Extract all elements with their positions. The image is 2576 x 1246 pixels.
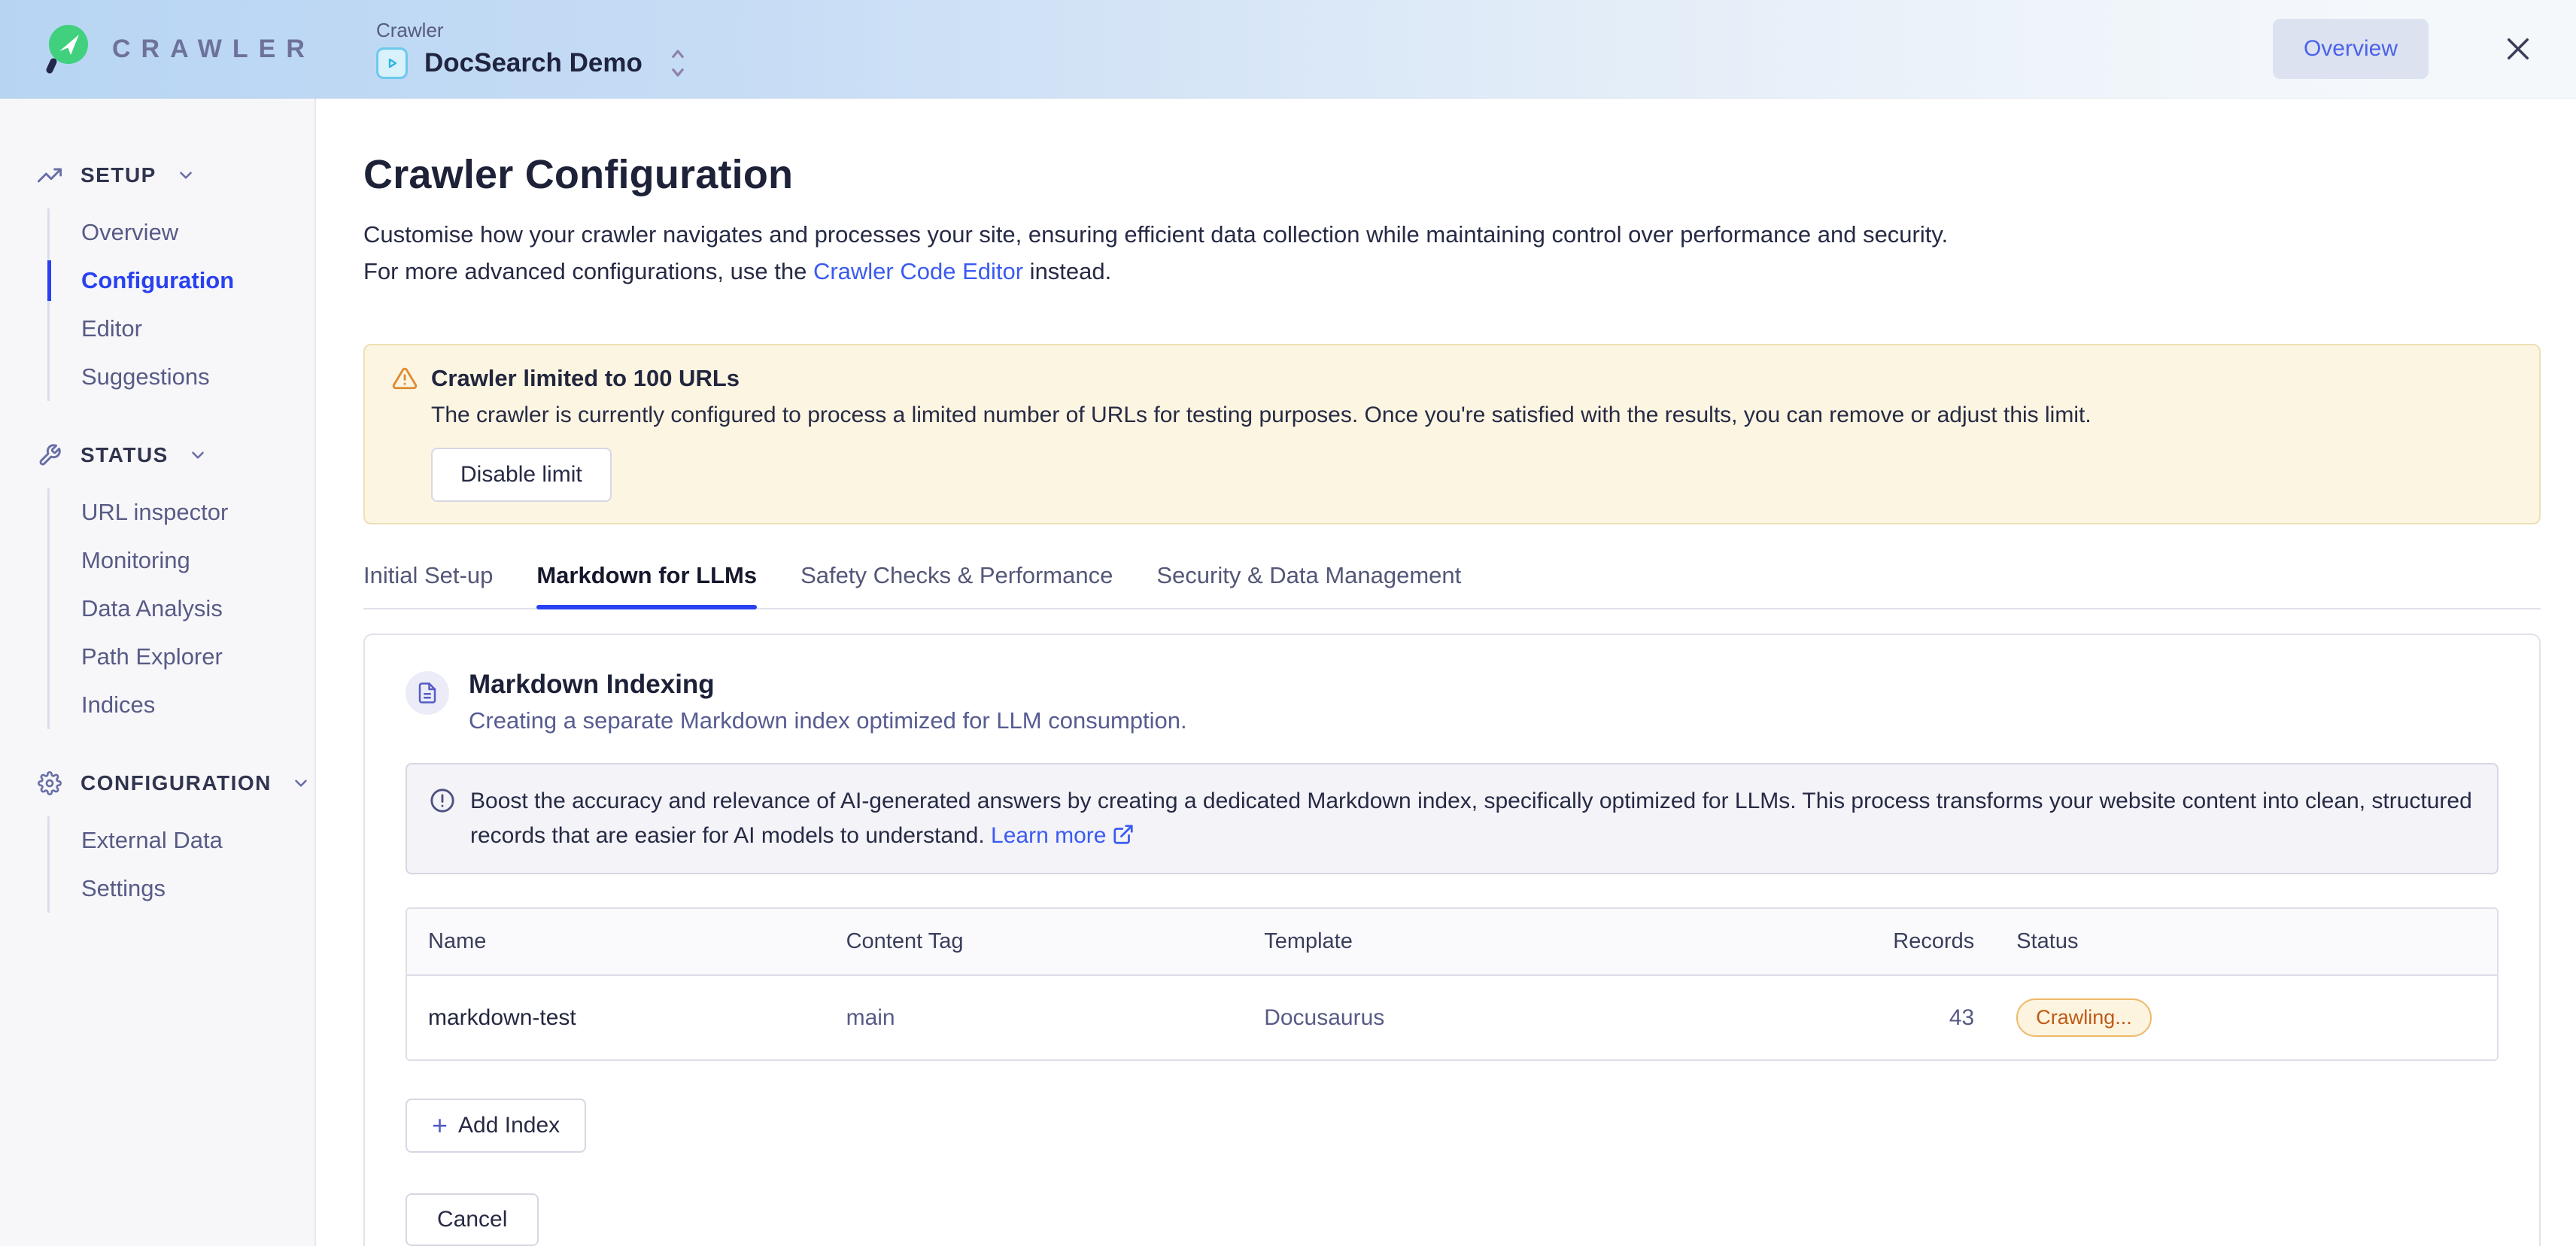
- infobox-body: Boost the accuracy and relevance of AI-g…: [470, 789, 2472, 848]
- tab-security-data-management[interactable]: Security & Data Management: [1156, 562, 1461, 608]
- crawler-logo-icon: [41, 22, 93, 76]
- sidebar-item-indices[interactable]: Indices: [81, 681, 314, 729]
- sidebar-item-suggestions[interactable]: Suggestions: [81, 353, 314, 401]
- overview-button[interactable]: Overview: [2273, 19, 2429, 79]
- infobox-text: Boost the accuracy and relevance of AI-g…: [470, 784, 2474, 853]
- page-description-line2-suffix: instead.: [1023, 258, 1111, 284]
- card-title: Markdown Indexing: [469, 670, 1187, 700]
- chevron-down-icon: [291, 773, 311, 793]
- cell-index-name: markdown-test: [407, 975, 825, 1059]
- gear-icon: [38, 771, 62, 795]
- tab-initial-set-up[interactable]: Initial Set-up: [363, 562, 493, 608]
- chevron-down-icon: [188, 445, 208, 465]
- cell-records: 43: [1661, 975, 1995, 1059]
- selector-chevrons-icon[interactable]: [667, 47, 689, 79]
- sidebar-item-configuration[interactable]: Configuration: [81, 257, 314, 305]
- plus-icon: +: [432, 1114, 448, 1137]
- page-description: Customise how your crawler navigates and…: [363, 216, 2541, 290]
- column-header-records: Records: [1661, 909, 1995, 975]
- table-row[interactable]: markdown-test main Docusaurus 43 Crawlin…: [407, 975, 2497, 1059]
- sidebar-item-external-data[interactable]: External Data: [81, 816, 314, 865]
- app-name: DocSearch Demo: [424, 48, 642, 78]
- tab-safety-checks-performance[interactable]: Safety Checks & Performance: [800, 562, 1113, 608]
- indices-table: Name Content Tag Template Records Status…: [406, 907, 2499, 1061]
- card-subtitle: Creating a separate Markdown index optim…: [469, 707, 1187, 734]
- sidebar: SETUP Overview Configuration Editor Sugg…: [0, 99, 316, 1246]
- info-circle-icon: [430, 788, 455, 813]
- cell-template: Docusaurus: [1243, 975, 1661, 1059]
- column-header-content-tag: Content Tag: [825, 909, 1244, 975]
- banner-body: The crawler is currently configured to p…: [431, 403, 2512, 428]
- sidebar-item-url-inspector[interactable]: URL inspector: [81, 488, 314, 536]
- sidebar-list-configuration: External Data Settings: [47, 816, 314, 913]
- page-title: Crawler Configuration: [363, 151, 2541, 198]
- play-square-icon: [376, 47, 408, 79]
- cancel-button[interactable]: Cancel: [406, 1193, 539, 1246]
- sidebar-item-overview[interactable]: Overview: [81, 208, 314, 257]
- column-header-template: Template: [1243, 909, 1661, 975]
- crawler-logo: CRAWLER: [41, 22, 335, 76]
- table-header-row: Name Content Tag Template Records Status: [407, 909, 2497, 975]
- close-icon[interactable]: [2502, 33, 2534, 65]
- sidebar-header-setup[interactable]: SETUP: [0, 163, 314, 187]
- page-description-line2-prefix: For more advanced configurations, use th…: [363, 258, 813, 284]
- crawler-code-editor-link[interactable]: Crawler Code Editor: [813, 258, 1023, 284]
- app-selector[interactable]: DocSearch Demo: [376, 47, 689, 79]
- config-tabs: Initial Set-up Markdown for LLMs Safety …: [363, 562, 2541, 609]
- breadcrumb-label: Crawler: [376, 19, 689, 42]
- sidebar-list-setup: Overview Configuration Editor Suggestion…: [47, 208, 314, 401]
- trending-up-icon: [38, 163, 62, 187]
- sidebar-list-status: URL inspector Monitoring Data Analysis P…: [47, 488, 314, 729]
- sidebar-section-title: STATUS: [80, 443, 169, 467]
- markdown-infobox: Boost the accuracy and relevance of AI-g…: [406, 763, 2499, 874]
- sidebar-section-setup: SETUP Overview Configuration Editor Sugg…: [0, 163, 314, 401]
- external-link-icon[interactable]: [1112, 823, 1135, 846]
- sidebar-header-status[interactable]: STATUS: [0, 443, 314, 467]
- sidebar-section-status: STATUS URL inspector Monitoring Data Ana…: [0, 443, 314, 729]
- top-header: CRAWLER Crawler DocSearch Demo Overview: [0, 0, 2576, 99]
- sidebar-section-title: CONFIGURATION: [80, 771, 272, 795]
- page-description-line1: Customise how your crawler navigates and…: [363, 221, 1948, 248]
- markdown-indexing-card: Markdown Indexing Creating a separate Ma…: [363, 634, 2541, 1246]
- card-header: Markdown Indexing Creating a separate Ma…: [406, 670, 2499, 734]
- sidebar-item-path-explorer[interactable]: Path Explorer: [81, 633, 314, 681]
- wrench-icon: [38, 443, 62, 467]
- learn-more-link[interactable]: Learn more: [991, 823, 1106, 848]
- limit-warning-banner: Crawler limited to 100 URLs The crawler …: [363, 344, 2541, 524]
- sidebar-item-editor[interactable]: Editor: [81, 305, 314, 353]
- banner-title: Crawler limited to 100 URLs: [431, 365, 740, 392]
- column-header-status: Status: [1995, 909, 2497, 975]
- document-icon: [406, 671, 449, 715]
- sidebar-section-configuration: CONFIGURATION External Data Settings: [0, 771, 314, 913]
- status-badge: Crawling...: [2016, 998, 2152, 1037]
- cell-content-tag: main: [825, 975, 1244, 1059]
- add-index-button[interactable]: + Add Index: [406, 1099, 586, 1153]
- sidebar-section-title: SETUP: [80, 163, 156, 187]
- tab-markdown-for-llms[interactable]: Markdown for LLMs: [536, 562, 757, 608]
- warning-triangle-icon: [392, 366, 418, 391]
- add-index-label: Add Index: [458, 1113, 560, 1138]
- sidebar-item-data-analysis[interactable]: Data Analysis: [81, 585, 314, 633]
- sidebar-item-settings[interactable]: Settings: [81, 865, 314, 913]
- cell-status: Crawling...: [1995, 975, 2497, 1059]
- breadcrumb: Crawler DocSearch Demo: [376, 19, 689, 79]
- logo-wordmark: CRAWLER: [112, 35, 315, 64]
- main-content: Crawler Configuration Customise how your…: [317, 99, 2576, 1246]
- sidebar-item-monitoring[interactable]: Monitoring: [81, 536, 314, 585]
- disable-limit-button[interactable]: Disable limit: [431, 448, 612, 502]
- column-header-name: Name: [407, 909, 825, 975]
- sidebar-header-configuration[interactable]: CONFIGURATION: [0, 771, 314, 795]
- chevron-down-icon: [176, 166, 196, 185]
